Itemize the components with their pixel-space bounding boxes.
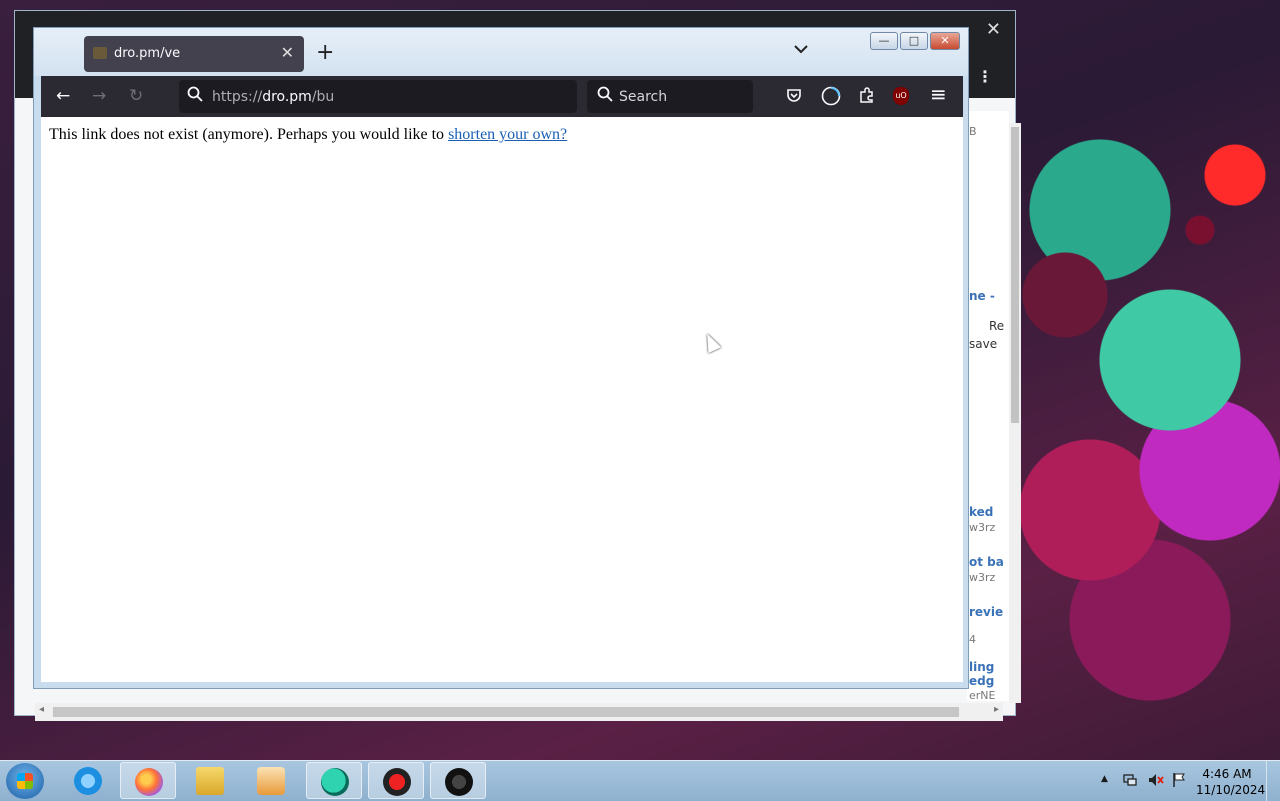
firefox-icon	[135, 768, 163, 796]
maximize-button[interactable]: □	[900, 32, 928, 50]
snippet: 4	[969, 633, 976, 646]
more-options-icon[interactable]: ⋮	[977, 67, 993, 86]
scrollbar-thumb[interactable]	[1011, 127, 1019, 423]
snippet: Re	[989, 319, 1005, 333]
taskbar: ▲ 4:46 AM 11/10/2024	[0, 760, 1280, 801]
background-page-snippets: B ne - Re save ked w3rz ot ba w3rz revie…	[967, 111, 1009, 701]
search-bar[interactable]: Search	[587, 80, 753, 113]
chat-app-icon	[321, 768, 349, 796]
obs-icon	[445, 768, 473, 796]
list-all-tabs-icon[interactable]	[794, 42, 808, 58]
snippet[interactable]: edg	[969, 674, 994, 688]
snippet: erNE	[969, 689, 996, 701]
windows-logo-icon	[17, 773, 33, 789]
account-icon[interactable]	[821, 86, 841, 110]
chrome-icon	[383, 768, 411, 796]
scroll-right-icon[interactable]: ▸	[994, 704, 999, 715]
extensions-icon[interactable]	[858, 86, 876, 108]
snippet: B	[969, 125, 977, 138]
taskbar-chrome[interactable]	[368, 762, 424, 799]
taskbar-obs[interactable]	[430, 762, 486, 799]
scrollbar-thumb[interactable]	[53, 707, 959, 717]
snippet: ne -	[969, 289, 995, 303]
taskbar-file-explorer[interactable]	[182, 762, 238, 799]
tab-title: dro.pm/ve	[114, 46, 181, 61]
taskbar-internet-explorer[interactable]	[60, 762, 116, 799]
menu-icon[interactable]: ≡	[930, 84, 947, 104]
url-bar[interactable]: https://dro.pm/bu	[179, 80, 577, 113]
volume-muted-icon[interactable]	[1147, 772, 1165, 792]
firefox-window: dro.pm/ve ✕ + — □ ✕ ← → ↻ https://dro.pm…	[33, 27, 969, 689]
snippet: w3rz	[969, 571, 996, 584]
horizontal-scrollbar[interactable]: ◂ ▸	[35, 703, 1003, 721]
show-hidden-icons-button[interactable]: ▲	[1101, 774, 1108, 784]
folder-icon	[196, 767, 224, 795]
start-button[interactable]	[6, 763, 44, 799]
snippet: save	[969, 337, 998, 351]
search-placeholder: Search	[619, 89, 668, 105]
pocket-icon[interactable]	[786, 87, 802, 107]
snippet[interactable]: revie	[969, 605, 1003, 619]
system-clock[interactable]: 4:46 AM 11/10/2024	[1196, 766, 1266, 798]
snippet[interactable]: ling	[969, 660, 994, 674]
snippet: w3rz	[969, 521, 996, 534]
internet-explorer-icon	[74, 767, 102, 795]
tab-bar: dro.pm/ve ✕ + — □ ✕	[34, 28, 968, 76]
error-message: This link does not exist (anymore). Perh…	[49, 126, 567, 144]
snippet[interactable]: ked	[969, 505, 993, 519]
shorten-link[interactable]: shorten your own?	[448, 126, 567, 143]
snippet[interactable]: ot ba	[969, 555, 1004, 569]
forward-button[interactable]: →	[92, 87, 106, 105]
clock-date: 11/10/2024	[1196, 783, 1266, 797]
media-player-icon	[257, 767, 285, 795]
url-text[interactable]: https://dro.pm/bu	[212, 89, 334, 105]
reload-button[interactable]: ↻	[129, 87, 143, 105]
taskbar-chat-app[interactable]	[306, 762, 362, 799]
action-center-flag-icon[interactable]	[1172, 772, 1186, 792]
network-icon[interactable]	[1122, 772, 1138, 792]
taskbar-firefox[interactable]	[120, 762, 176, 799]
tab-active[interactable]: dro.pm/ve ✕	[84, 36, 304, 72]
clock-time: 4:46 AM	[1202, 767, 1252, 781]
favicon-icon	[93, 47, 107, 59]
new-tab-button[interactable]: +	[316, 40, 334, 65]
close-window-button[interactable]: ✕	[930, 32, 960, 50]
page-content: This link does not exist (anymore). Perh…	[41, 117, 963, 682]
error-text: This link does not exist (anymore). Perh…	[49, 126, 449, 143]
show-desktop-button[interactable]	[1266, 761, 1280, 801]
search-icon	[187, 86, 203, 106]
navigation-toolbar: ← → ↻ https://dro.pm/bu Search uO ≡	[41, 76, 963, 117]
back-button[interactable]: ←	[56, 87, 70, 105]
ublock-origin-icon[interactable]: uO	[893, 87, 909, 105]
taskbar-media-player[interactable]	[243, 762, 299, 799]
search-icon	[597, 86, 613, 106]
window-controls: — □ ✕	[868, 32, 960, 52]
scroll-left-icon[interactable]: ◂	[39, 704, 44, 715]
vertical-scrollbar[interactable]	[1009, 123, 1021, 703]
close-icon[interactable]: ✕	[986, 19, 1001, 40]
minimize-button[interactable]: —	[870, 32, 898, 50]
close-tab-icon[interactable]: ✕	[281, 43, 294, 62]
